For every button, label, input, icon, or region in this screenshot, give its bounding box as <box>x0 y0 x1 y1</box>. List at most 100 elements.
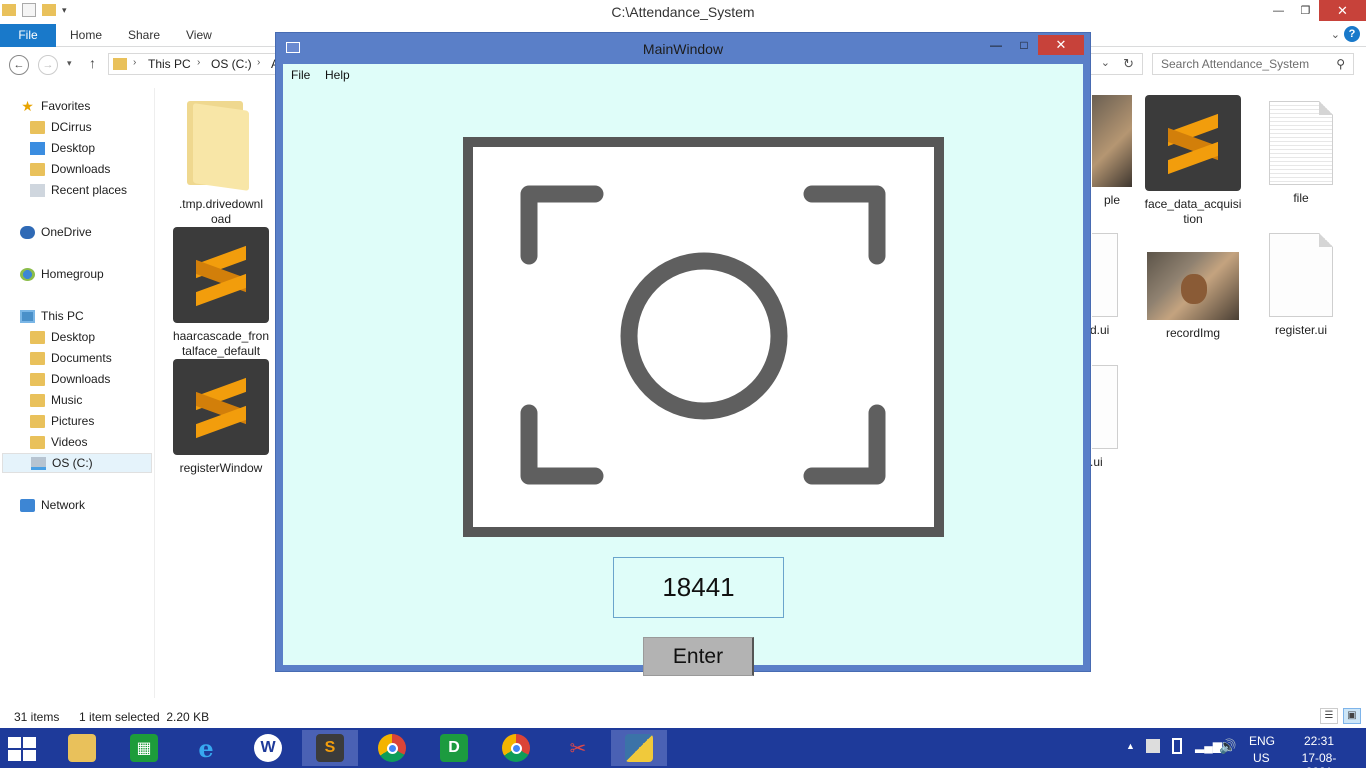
nav-label: OneDrive <box>41 225 92 239</box>
chrome-profile-icon[interactable] <box>488 730 544 766</box>
document-icon <box>1092 233 1118 317</box>
minimize-button[interactable]: — <box>982 35 1010 55</box>
nav-label: DCirrus <box>51 120 92 134</box>
nav-onedrive[interactable]: OneDrive <box>20 222 92 242</box>
file-item[interactable]: ple <box>1090 95 1134 208</box>
nav-label: Music <box>51 393 83 407</box>
nav-os-c[interactable]: OS (C:) <box>2 453 152 473</box>
computer-icon <box>20 309 35 323</box>
student-id-field[interactable]: 18441 <box>613 557 784 618</box>
document-icon <box>1092 365 1118 449</box>
file-item[interactable]: file <box>1251 101 1351 206</box>
details-view-icon[interactable]: ☰ <box>1320 708 1338 724</box>
snipping-tool-icon[interactable]: ✂ <box>550 730 606 766</box>
language-top: ENG <box>1249 734 1276 748</box>
nav-downloads-fav[interactable]: Downloads <box>30 159 110 179</box>
file-name: haarcascade_fron talface_default <box>172 329 270 358</box>
restore-button[interactable]: ❐ <box>1292 0 1319 21</box>
recent-locations-icon[interactable]: ▾ <box>67 58 72 69</box>
minimize-button[interactable]: — <box>1265 0 1292 21</box>
close-button[interactable]: ✕ <box>1038 35 1084 55</box>
forward-button[interactable]: → <box>38 55 58 75</box>
show-hidden-icons-icon[interactable]: ▲ <box>1126 741 1135 751</box>
nav-homegroup[interactable]: Homegroup <box>20 264 104 284</box>
nav-documents[interactable]: Documents <box>30 348 112 368</box>
ribbon-tab-file[interactable]: File <box>0 24 56 47</box>
wps-icon[interactable]: W <box>240 730 296 766</box>
ribbon-expand-icon[interactable]: ⌄ <box>1331 28 1340 41</box>
file-name: .ui <box>1090 455 1103 469</box>
internet-explorer-icon[interactable]: e <box>178 730 234 766</box>
enter-button[interactable]: Enter <box>643 637 754 676</box>
ribbon-tab-home[interactable]: Home <box>70 24 102 47</box>
star-icon: ★ <box>21 97 34 114</box>
main-window-titlebar: MainWindow — □ ✕ <box>276 33 1090 63</box>
refresh-icon[interactable]: ↻ <box>1123 56 1134 72</box>
ribbon-tab-view[interactable]: View <box>186 24 212 47</box>
nav-label: This PC <box>41 309 84 323</box>
nav-this-pc[interactable]: This PC <box>20 306 84 326</box>
nav-music[interactable]: Music <box>30 390 82 410</box>
address-dropdown-icon[interactable]: ⌄ <box>1101 56 1110 69</box>
file-item[interactable]: register.ui <box>1251 233 1351 338</box>
nav-desktop[interactable]: Desktop <box>30 327 95 347</box>
image-thumbnail <box>1147 252 1239 320</box>
search-input[interactable]: Search Attendance_System ⚲ <box>1152 53 1354 75</box>
sublime-text-icon[interactable]: S <box>302 730 358 766</box>
maximize-button[interactable]: □ <box>1010 35 1038 55</box>
file-item[interactable]: .tmp.drivedownl oad <box>171 95 271 227</box>
file-item[interactable]: .ui <box>1090 365 1120 470</box>
nav-label: Network <box>41 498 86 512</box>
file-explorer-icon[interactable] <box>54 730 110 766</box>
store-icon[interactable]: ▦ <box>116 730 172 766</box>
drive-icon <box>31 456 46 470</box>
file-item[interactable]: haarcascade_fron talface_default <box>171 227 271 359</box>
windows-start-icon[interactable] <box>8 737 38 761</box>
chrome-icon[interactable] <box>364 730 420 766</box>
nav-label: Downloads <box>51 372 111 386</box>
nav-desktop-fav[interactable]: Desktop <box>30 138 95 158</box>
network-signal-icon[interactable]: ▂▄▆ <box>1195 739 1222 753</box>
menu-help[interactable]: Help <box>325 68 350 82</box>
nav-dcirrus[interactable]: DCirrus <box>30 117 92 137</box>
menu-file[interactable]: File <box>291 68 310 82</box>
file-name: recordImg <box>1165 326 1221 340</box>
close-button[interactable]: ✕ <box>1319 0 1366 21</box>
main-window-title: MainWindow <box>642 41 724 57</box>
language-indicator[interactable]: ENG US <box>1249 734 1275 765</box>
volume-icon[interactable]: 🔊 <box>1219 738 1236 755</box>
file-name: face_data_acquisi tion <box>1144 197 1242 226</box>
nav-videos[interactable]: Videos <box>30 432 87 452</box>
folder-icon <box>179 95 263 191</box>
python-app-icon[interactable] <box>611 730 667 766</box>
battery-icon[interactable] <box>1172 738 1182 754</box>
nav-favorites[interactable]: ★ Favorites <box>20 96 90 116</box>
sublime-text-icon <box>173 359 269 455</box>
nav-label: Homegroup <box>41 267 104 281</box>
nav-network[interactable]: Network <box>20 495 85 515</box>
action-center-icon[interactable] <box>1146 739 1160 753</box>
large-icons-view-icon[interactable]: ▣ <box>1343 708 1361 724</box>
nav-pictures[interactable]: Pictures <box>30 411 94 431</box>
recent-places-icon <box>30 183 45 197</box>
breadcrumb-this-pc[interactable]: This PC <box>148 57 191 71</box>
file-item[interactable]: registerWindow <box>171 359 271 476</box>
homegroup-icon <box>20 267 35 281</box>
document-icon <box>1269 233 1333 317</box>
clock[interactable]: 22:31 17-08-2021 <box>1290 734 1348 768</box>
dcirrus-icon[interactable]: D <box>426 730 482 766</box>
search-icon: ⚲ <box>1336 57 1345 71</box>
up-arrow-icon[interactable]: ↑ <box>89 55 96 71</box>
file-item[interactable]: d.ui <box>1090 233 1120 338</box>
breadcrumb-os-c[interactable]: OS (C:) <box>211 57 252 71</box>
item-count: 31 items <box>14 710 60 724</box>
back-button[interactable]: ← <box>9 55 29 75</box>
nav-downloads[interactable]: Downloads <box>30 369 110 389</box>
nav-label: Favorites <box>41 99 91 113</box>
nav-recent-places[interactable]: Recent places <box>30 180 127 200</box>
file-item[interactable]: face_data_acquisi tion <box>1143 95 1243 227</box>
file-item[interactable]: recordImg <box>1143 252 1243 341</box>
chevron-right-icon: › <box>133 57 137 68</box>
ribbon-tab-share[interactable]: Share <box>128 24 160 47</box>
help-icon[interactable]: ? <box>1344 26 1360 42</box>
